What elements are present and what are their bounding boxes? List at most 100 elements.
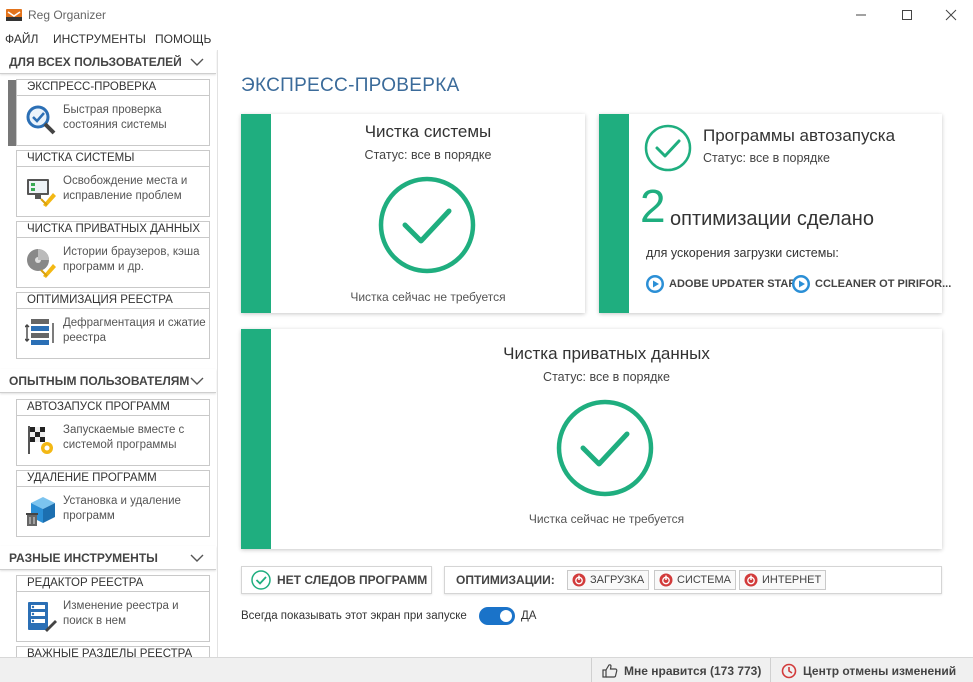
menu-tools[interactable]: ИНСТРУМЕНТЫ: [53, 32, 146, 46]
menu-file[interactable]: ФАЙЛ: [5, 32, 38, 46]
ok-check-icon: [556, 399, 654, 497]
sidebar-item-private-clean[interactable]: ЧИСТКА ПРИВАТНЫХ ДАННЫХ Истории браузеро…: [16, 221, 210, 288]
section-title: ОПЫТНЫМ ПОЛЬЗОВАТЕЛЯМ: [9, 374, 190, 388]
card-accent-strip: [241, 114, 271, 313]
section-header-all-users[interactable]: ДЛЯ ВСЕХ ПОЛЬЗОВАТЕЛЕЙ: [0, 50, 216, 74]
minimize-icon: [856, 14, 866, 16]
close-icon: [945, 9, 957, 21]
no-traces-button[interactable]: НЕТ СЛЕДОВ ПРОГРАММ: [241, 566, 432, 594]
maximize-button[interactable]: [884, 0, 930, 30]
startup-program-name: CCLEANER OT PIRIFOR...: [815, 278, 952, 290]
card-accent-strip: [241, 329, 271, 549]
tool-description: Дефрагментация и сжатие реестра: [63, 317, 206, 344]
private-clean-foot: Чистка сейчас не требуется: [528, 512, 685, 526]
optimize-system-button[interactable]: СИСТЕМА: [654, 570, 736, 590]
section-header-misc-tools[interactable]: РАЗНЫЕ ИНСТРУМЕНТЫ: [0, 546, 216, 570]
optimize-boot-button[interactable]: ЗАГРУЗКА: [567, 570, 650, 590]
undo-center-button[interactable]: Центр отмены изменений: [770, 658, 956, 682]
close-button[interactable]: [928, 0, 973, 30]
chevron-down-icon: [190, 377, 204, 385]
toggle-state-label: ДА: [521, 610, 537, 622]
sidebar: ДЛЯ ВСЕХ ПОЛЬЗОВАТЕЛЕЙ ЭКСПРЕСС-ПРОВЕРКА…: [0, 50, 218, 657]
monitor-broom-icon: [27, 179, 56, 207]
section-title: РАЗНЫЕ ИНСТРУМЕНТЫ: [9, 551, 158, 565]
menu-help[interactable]: ПОМОЩЬ: [155, 32, 211, 46]
section-header-advanced-users[interactable]: ОПЫТНЫМ ПОЛЬЗОВАТЕЛЯМ: [0, 369, 216, 393]
autorun-title: Программы автозапуска: [703, 126, 896, 145]
window-title: Reg Organizer: [28, 8, 107, 22]
tool-name: ОПТИМИЗАЦИЯ РЕЕСТРА: [17, 293, 209, 309]
registry-editor-icon: [28, 602, 57, 632]
card-accent-strip: [599, 114, 629, 313]
sidebar-item-registry-editor[interactable]: РЕДАКТОР РЕЕСТРА Изменение реестра и пои…: [16, 575, 210, 642]
sidebar-item-registry-optimize[interactable]: ОПТИМИЗАЦИЯ РЕЕСТРА Дефрагментация и сжа…: [16, 292, 210, 359]
private-clean-title: Чистка приватных данных: [503, 344, 710, 363]
system-clean-status: Статус: все в порядке: [364, 148, 492, 162]
always-show-toggle[interactable]: [479, 607, 515, 625]
section-title: ДЛЯ ВСЕХ ПОЛЬЗОВАТЕЛЕЙ: [9, 55, 182, 69]
sidebar-item-uninstall[interactable]: УДАЛЕНИЕ ПРОГРАММ Установка и удаление п…: [16, 470, 210, 537]
sidebar-item-autorun[interactable]: АВТОЗАПУСК ПРОГРАММ Запускаемые вместе с…: [16, 399, 210, 466]
startup-program-item[interactable]: CCLEANER OT PIRIFOR...: [791, 274, 951, 294]
toggle-knob: [500, 610, 512, 622]
undo-history-icon: [781, 663, 797, 678]
title-bar: Reg Organizer: [0, 0, 973, 30]
optimize-boot-label: ЗАГРУЗКА: [590, 574, 645, 586]
tool-name: АВТОЗАПУСК ПРОГРАММ: [17, 400, 209, 416]
alert-power-icon: [744, 573, 758, 587]
ok-check-icon: [251, 570, 271, 590]
tool-name: ВАЖНЫЕ РАЗДЕЛЫ РЕЕСТРА: [17, 647, 209, 657]
optimizations-count: 2: [640, 180, 666, 232]
active-indicator: [8, 80, 16, 146]
alert-power-icon: [572, 573, 586, 587]
chevron-down-icon: [190, 554, 204, 562]
like-button[interactable]: Мне нравится (173 773): [591, 658, 761, 682]
ok-check-icon: [644, 124, 692, 172]
tool-description: Запускаемые вместе с системой программы: [63, 424, 185, 451]
disk-broom-icon: [27, 249, 56, 278]
optimizations-subtitle: для ускорения загрузки системы:: [646, 246, 839, 260]
startup-program-name: ADOBE UPDATER STAR...: [669, 278, 806, 290]
tool-name: УДАЛЕНИЕ ПРОГРАММ: [17, 471, 209, 487]
tool-description: Установка и удаление программ: [63, 495, 181, 522]
registry-compress-icon: [25, 319, 54, 345]
magnifier-check-icon: [26, 105, 56, 135]
system-clean-title: Чистка системы: [364, 122, 492, 141]
tool-name: ЧИСТКА СИСТЕМЫ: [17, 151, 209, 167]
autorun-status: Статус: все в порядке: [703, 151, 830, 165]
tool-name: ЧИСТКА ПРИВАТНЫХ ДАННЫХ: [17, 222, 209, 238]
optimizations-label: ОПТИМИЗАЦИИ:: [456, 573, 555, 587]
app-logo-icon: [6, 9, 22, 21]
no-traces-label: НЕТ СЛЕДОВ ПРОГРАММ: [277, 573, 428, 587]
menu-bar: ФАЙЛ ИНСТРУМЕНТЫ ПОМОЩЬ: [0, 30, 973, 50]
gear-play-icon: [646, 275, 664, 293]
checkered-flag-gear-icon: [28, 426, 53, 454]
tool-description: Быстрая проверка состояния системы: [63, 104, 167, 131]
tool-description: Истории браузеров, кэша программ и др.: [63, 246, 200, 273]
optimizations-done-text: оптимизации сделано: [670, 208, 874, 230]
optimize-system-label: СИСТЕМА: [677, 574, 731, 586]
chevron-down-icon: [190, 58, 204, 66]
undo-center-text: Центр отмены изменений: [803, 663, 957, 678]
gear-play-icon: [792, 275, 810, 293]
startup-program-item[interactable]: ADOBE UPDATER STAR...: [645, 274, 806, 294]
tool-name: ЭКСПРЕСС-ПРОВЕРКА: [17, 80, 209, 96]
sidebar-item-important-registry[interactable]: ВАЖНЫЕ РАЗДЕЛЫ РЕЕСТРА: [16, 646, 210, 657]
tool-name: РЕДАКТОР РЕЕСТРА: [17, 576, 209, 592]
always-show-label: Всегда показывать этот экран при запуске: [241, 610, 467, 622]
minimize-button[interactable]: [838, 0, 884, 30]
like-text: Мне нравится (173 773): [624, 663, 762, 678]
private-clean-status: Статус: все в порядке: [543, 370, 670, 384]
optimizations-panel: ОПТИМИЗАЦИИ: ЗАГРУЗКА СИСТЕМА ИНТЕРНЕТ: [444, 566, 942, 594]
page-title: ЭКСПРЕСС-ПРОВЕРКА: [241, 75, 460, 96]
sidebar-item-system-clean[interactable]: ЧИСТКА СИСТЕМЫ Освобождение места и испр…: [16, 150, 210, 217]
sidebar-item-express-check[interactable]: ЭКСПРЕСС-ПРОВЕРКА Быстрая проверка состо…: [16, 79, 210, 146]
status-bar: Мне нравится (173 773) Центр отмены изме…: [0, 657, 973, 682]
optimize-internet-label: ИНТЕРНЕТ: [762, 574, 822, 586]
ok-check-icon: [378, 176, 476, 274]
box-trash-icon: [26, 497, 55, 526]
system-clean-foot: Чистка сейчас не требуется: [350, 290, 506, 304]
thumbs-up-icon: [602, 663, 618, 678]
alert-power-icon: [659, 573, 673, 587]
optimize-internet-button[interactable]: ИНТЕРНЕТ: [739, 570, 827, 590]
